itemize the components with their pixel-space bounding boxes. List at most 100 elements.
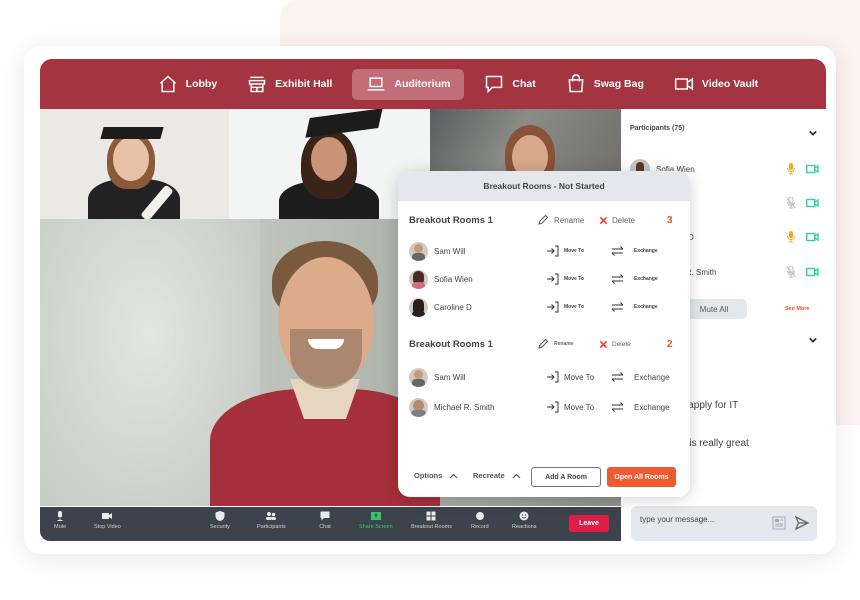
move-to-icon <box>547 301 559 313</box>
mute-button[interactable]: Mute <box>54 510 66 530</box>
room-member-row: Michael R. Smith Move To Exchange <box>409 397 679 417</box>
participants-button[interactable]: Participants <box>257 510 286 530</box>
see-more-link[interactable]: See More <box>785 306 809 312</box>
send-icon[interactable] <box>794 515 810 531</box>
chevron-up-icon <box>512 473 521 478</box>
leave-button[interactable]: Leave <box>569 515 609 532</box>
camera-on-icon[interactable] <box>806 267 819 277</box>
share-screen-icon <box>370 512 381 520</box>
record-label: Record <box>471 524 489 530</box>
stop-video-button[interactable]: Stop Video <box>94 510 121 530</box>
security-button[interactable]: Security <box>210 510 230 530</box>
share-screen-button[interactable]: Share Screen <box>359 510 393 530</box>
grid-icon <box>426 511 436 521</box>
camera-on-icon[interactable] <box>806 164 819 174</box>
modal-title: Breakout Rooms - Not Started <box>398 171 690 201</box>
room-member-row: Caroline D Move To Exchange <box>409 297 679 317</box>
exchange-button[interactable]: Exchange <box>611 301 658 313</box>
mute-all-button[interactable]: Mute All <box>681 299 747 319</box>
chevron-down-icon[interactable] <box>809 336 817 344</box>
laptop-icon <box>368 77 385 91</box>
move-to-icon <box>547 245 559 257</box>
stop-video-label: Stop Video <box>94 524 121 530</box>
smiley-icon <box>519 511 529 521</box>
nav-item-exhibit-hall[interactable]: Exhibit Hall <box>237 69 342 100</box>
exchange-button[interactable]: Exchange <box>611 273 658 285</box>
avatar <box>409 397 428 417</box>
exchange-icon <box>611 372 624 382</box>
delete-button[interactable]: Delete <box>599 216 635 225</box>
storefront-icon <box>248 76 266 93</box>
reactions-label: Reactions <box>512 524 537 530</box>
chat-input-box <box>631 506 817 541</box>
microphone-on-icon[interactable] <box>786 163 796 175</box>
exchange-label: Exchange <box>634 304 658 310</box>
nav-label: Swag Bag <box>593 78 644 90</box>
people-icon <box>266 512 277 520</box>
chat-button[interactable]: Chat <box>319 510 331 530</box>
microphone-on-icon[interactable] <box>786 231 796 243</box>
breakout-rooms-button[interactable]: Breakout Rooms <box>411 510 452 530</box>
camera-on-icon[interactable] <box>806 232 819 242</box>
move-to-button[interactable]: Move To <box>546 301 584 313</box>
nav-label: Auditorium <box>394 78 451 90</box>
reactions-button[interactable]: Reactions <box>512 510 536 530</box>
participants-label: Participants <box>257 524 286 530</box>
exchange-button[interactable]: Exchange <box>611 371 670 383</box>
exchange-label: Exchange <box>634 248 658 254</box>
attachment-icon[interactable] <box>772 516 786 530</box>
nav-item-video-vault[interactable]: Video Vault <box>664 69 768 100</box>
rename-button[interactable]: Rename <box>537 338 573 350</box>
record-button[interactable]: Record <box>471 510 489 530</box>
shield-icon <box>215 511 225 521</box>
move-to-button[interactable]: Move To <box>546 401 594 413</box>
nav-item-auditorium[interactable]: Auditorium <box>352 68 465 100</box>
nav-item-lobby[interactable]: Lobby <box>148 69 228 100</box>
move-to-button[interactable]: Move To <box>546 245 584 257</box>
video-tile-graduate-1[interactable] <box>40 109 229 219</box>
microphone-muted-icon[interactable] <box>786 266 796 278</box>
exchange-icon <box>611 402 624 412</box>
home-icon <box>159 75 176 93</box>
breakout-rooms-modal: Breakout Rooms - Not Started Breakout Ro… <box>398 171 690 497</box>
move-to-button[interactable]: Move To <box>546 371 594 383</box>
recreate-label: Recreate <box>473 471 505 480</box>
add-room-button[interactable]: Add A Room <box>531 467 601 487</box>
exchange-button[interactable]: Exchange <box>611 245 658 257</box>
avatar <box>409 367 428 387</box>
move-to-icon <box>547 401 559 413</box>
options-dropdown[interactable]: Options <box>414 471 458 480</box>
room-title: Breakout Rooms 1 <box>409 338 493 350</box>
chat-bubble-icon <box>320 511 330 521</box>
nav-item-swag-bag[interactable]: Swag Bag <box>556 69 654 100</box>
open-all-rooms-button[interactable]: Open All Rooms <box>607 467 676 487</box>
member-name: Michael R. Smith <box>434 402 495 412</box>
member-name: Caroline D <box>434 302 472 312</box>
move-to-button[interactable]: Move To <box>546 273 584 285</box>
move-to-label: Move To <box>564 276 584 282</box>
room-member-row: Sam Will Move To Exchange <box>409 367 679 387</box>
exchange-label: Exchange <box>634 402 670 412</box>
camera-on-icon[interactable] <box>806 198 819 208</box>
pencil-icon <box>538 338 549 349</box>
pencil-icon <box>538 214 549 225</box>
chevron-down-icon[interactable] <box>809 129 817 137</box>
microphone-muted-icon[interactable] <box>786 197 796 209</box>
microphone-icon <box>57 511 63 521</box>
avatar <box>409 269 428 289</box>
delete-button[interactable]: Delete <box>599 340 631 349</box>
move-to-icon <box>547 371 559 383</box>
video-camera-icon <box>674 77 693 91</box>
room-member-row: Sam Will Move To Exchange <box>409 241 679 261</box>
nav-item-chat[interactable]: Chat <box>474 69 545 100</box>
exchange-label: Exchange <box>634 276 658 282</box>
chat-message-input[interactable] <box>640 515 760 524</box>
rename-button[interactable]: Rename <box>537 214 584 226</box>
room-member-row: Sofia Wien Move To Exchange <box>409 269 679 289</box>
room-title: Breakout Rooms 1 <box>409 214 493 226</box>
recreate-dropdown[interactable]: Recreate <box>473 471 521 480</box>
avatar <box>409 241 428 261</box>
exchange-button[interactable]: Exchange <box>611 401 670 413</box>
room-member-count: 2 <box>667 338 673 350</box>
rename-label: Rename <box>554 215 585 225</box>
